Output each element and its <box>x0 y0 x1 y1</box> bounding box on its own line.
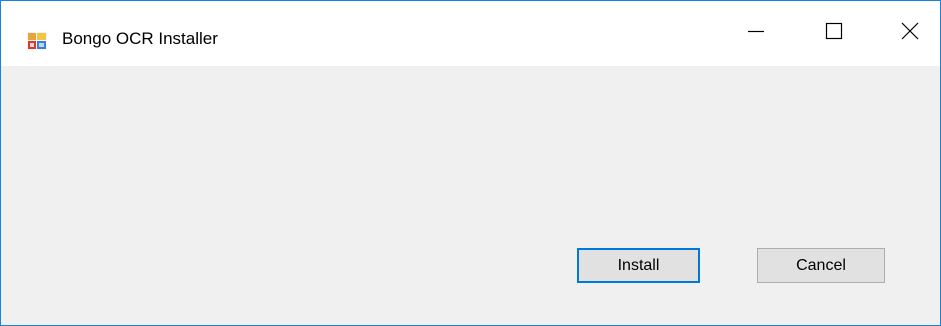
window-title: Bongo OCR Installer <box>62 29 218 48</box>
title-bar[interactable]: Bongo OCR Installer <box>1 1 940 66</box>
install-button[interactable]: Install <box>577 248 700 283</box>
client-area <box>1 66 940 325</box>
minimize-icon <box>747 22 765 45</box>
cancel-button[interactable]: Cancel <box>757 248 885 283</box>
close-button[interactable] <box>864 1 941 66</box>
installer-app-icon <box>27 32 47 50</box>
close-icon <box>901 22 919 45</box>
installer-window: Bongo OCR Installer Install Cancel <box>0 0 941 326</box>
maximize-icon <box>825 22 843 45</box>
